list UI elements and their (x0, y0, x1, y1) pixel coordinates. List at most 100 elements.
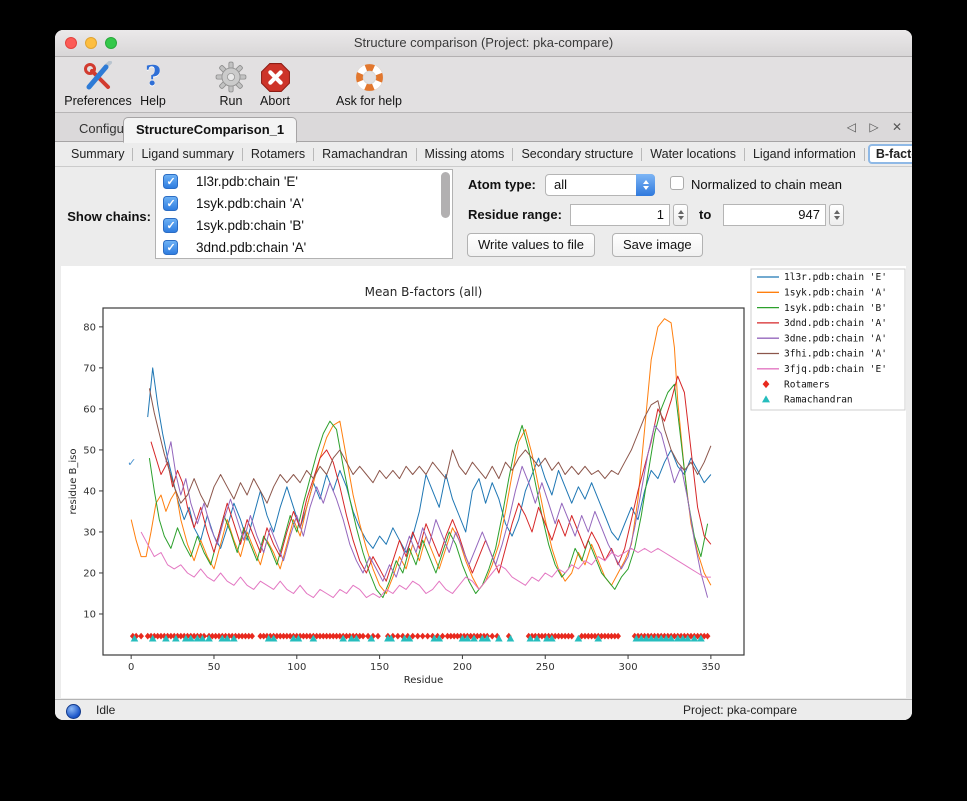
help-label: Help (140, 94, 166, 108)
preferences-button[interactable]: Preferences (63, 60, 133, 108)
x-tick-label: 100 (287, 662, 306, 673)
gear-icon (215, 60, 247, 94)
atom-type-select[interactable]: all (545, 174, 655, 196)
bfactor-chart-panel: ✓0501001502002503003501020304050607080Me… (61, 266, 906, 698)
residue-from-input[interactable]: 1 (570, 204, 670, 226)
normalized-label: Normalized to chain mean (691, 177, 842, 192)
check-annotation: ✓ (127, 456, 136, 469)
subtab-ligand-summary[interactable]: Ligand summary (133, 147, 241, 161)
zoom-window-button[interactable] (105, 37, 117, 49)
ask-for-help-label: Ask for help (336, 94, 402, 108)
titlebar[interactable]: Structure comparison (Project: pka-compa… (55, 30, 912, 57)
subtab-missing-atoms[interactable]: Missing atoms (417, 147, 513, 161)
subtab-secondary-structure[interactable]: Secondary structure (513, 147, 641, 161)
atom-type-label: Atom type: (468, 177, 536, 192)
chain-list-scrollbar[interactable] (441, 172, 450, 218)
close-window-button[interactable] (65, 37, 77, 49)
run-label: Run (220, 94, 243, 108)
project-label: Project: pka-compare (683, 703, 797, 717)
subtab-rotamers[interactable]: Rotamers (243, 147, 313, 161)
y-axis-label: residue B_iso (68, 448, 79, 514)
chain-label: 3dnd.pdb:chain 'A' (196, 240, 306, 255)
chain-label: 1syk.pdb:chain 'A' (196, 196, 304, 211)
residue-to-input[interactable]: 947 (723, 204, 826, 226)
app-window: Structure comparison (Project: pka-compa… (55, 30, 912, 720)
minimize-window-button[interactable] (85, 37, 97, 49)
subtab-water-locations[interactable]: Water locations (642, 147, 744, 161)
y-tick-label: 60 (83, 404, 96, 415)
tab-nav: ◁ ▷ ✕ (837, 113, 902, 141)
subtab-b-factors[interactable]: B-factors (868, 144, 912, 164)
tab-structurecomparison-1[interactable]: StructureComparison_1 (123, 117, 297, 143)
status-bar: Idle Project: pka-compare (55, 699, 912, 720)
abort-icon (260, 60, 291, 94)
run-button[interactable]: Run (209, 60, 253, 108)
subtab-summary[interactable]: Summary (63, 147, 132, 161)
legend-entry-label: 1l3r.pdb:chain 'E' (784, 272, 887, 283)
legend-entry-label: 1syk.pdb:chain 'A' (784, 288, 887, 299)
x-tick-label: 0 (128, 662, 134, 673)
atom-type-value: all (554, 177, 567, 192)
legend-entry-label: 3dne.pdb:chain 'A' (784, 333, 887, 344)
y-tick-label: 80 (83, 322, 96, 333)
subtab-ramachandran[interactable]: Ramachandran (314, 147, 415, 161)
legend-entry-label: Rotamers (784, 379, 830, 390)
help-icon: ? (145, 60, 161, 94)
write-values-button[interactable]: Write values to file (467, 233, 595, 257)
chain-list[interactable]: 1l3r.pdb:chain 'E' 1syk.pdb:chain 'A' 1syk… (155, 169, 453, 259)
sub-tabs: SummaryLigand summaryRotamersRamachandra… (63, 144, 912, 164)
x-tick-label: 250 (536, 662, 555, 673)
legend-entry-label: 3fjq.pdb:chain 'E' (784, 364, 887, 375)
tab-next-icon[interactable]: ▷ (869, 120, 878, 134)
subtab-ligand-information[interactable]: Ligand information (745, 147, 864, 161)
x-axis-label: Residue (404, 675, 443, 686)
select-arrows-icon (636, 174, 655, 196)
status-text: Idle (96, 703, 115, 717)
status-dot-icon (66, 704, 81, 719)
x-tick-label: 50 (208, 662, 221, 673)
abort-button[interactable]: Abort (253, 60, 297, 108)
legend-entry-label: 3dnd.pdb:chain 'A' (784, 318, 887, 329)
chain-checkbox[interactable] (163, 196, 178, 211)
traffic-lights (65, 37, 117, 49)
abort-label: Abort (260, 94, 290, 108)
help-button[interactable]: ? Help (135, 60, 171, 108)
chain-list-item[interactable]: 3dnd.pdb:chain 'A' (156, 236, 452, 258)
normalized-checkbox[interactable] (670, 176, 684, 190)
x-tick-label: 350 (701, 662, 720, 673)
legend-entry-label: 1syk.pdb:chain 'B' (784, 303, 887, 314)
chain-list-item[interactable]: 1syk.pdb:chain 'A' (156, 192, 452, 214)
to-label: to (699, 207, 711, 222)
x-tick-label: 150 (370, 662, 389, 673)
lifebuoy-icon (354, 60, 385, 94)
preferences-label: Preferences (64, 94, 131, 108)
chain-list-item[interactable]: 1syk.pdb:chain 'B' (156, 214, 452, 236)
main-tab-bar: Configure StructureComparison_1 ◁ ▷ ✕ (55, 113, 912, 142)
y-tick-label: 50 (83, 445, 96, 456)
save-image-button[interactable]: Save image (612, 233, 703, 257)
tab-prev-icon[interactable]: ◁ (847, 120, 856, 134)
sub-tab-bar: SummaryLigand summaryRotamersRamachandra… (55, 142, 912, 167)
bfactor-chart: ✓0501001502002503003501020304050607080Me… (61, 266, 906, 698)
ask-for-help-button[interactable]: Ask for help (327, 60, 411, 108)
chain-checkbox[interactable] (163, 174, 178, 189)
y-tick-label: 70 (83, 363, 96, 374)
legend-entry-label: 3fhi.pdb:chain 'A' (784, 349, 887, 360)
tab-close-icon[interactable]: ✕ (892, 120, 902, 134)
chain-checkbox[interactable] (163, 218, 178, 233)
chain-checkbox[interactable] (163, 240, 178, 255)
residue-to-stepper[interactable] (829, 204, 844, 226)
y-tick-label: 40 (83, 486, 96, 497)
separator (864, 148, 865, 161)
chain-list-item[interactable]: 1l3r.pdb:chain 'E' (156, 170, 452, 192)
tools-icon (81, 60, 115, 94)
chart-title: Mean B-factors (all) (365, 285, 483, 299)
y-tick-label: 10 (83, 609, 96, 620)
x-tick-label: 300 (619, 662, 638, 673)
toolbar: Preferences ? Help (55, 57, 912, 113)
y-tick-label: 20 (83, 568, 96, 579)
controls-panel: Show chains: 1l3r.pdb:chain 'E'1syk.pdb:… (55, 167, 912, 270)
chain-label: 1l3r.pdb:chain 'E' (196, 174, 298, 189)
y-tick-label: 30 (83, 527, 96, 538)
residue-from-stepper[interactable] (673, 204, 688, 226)
